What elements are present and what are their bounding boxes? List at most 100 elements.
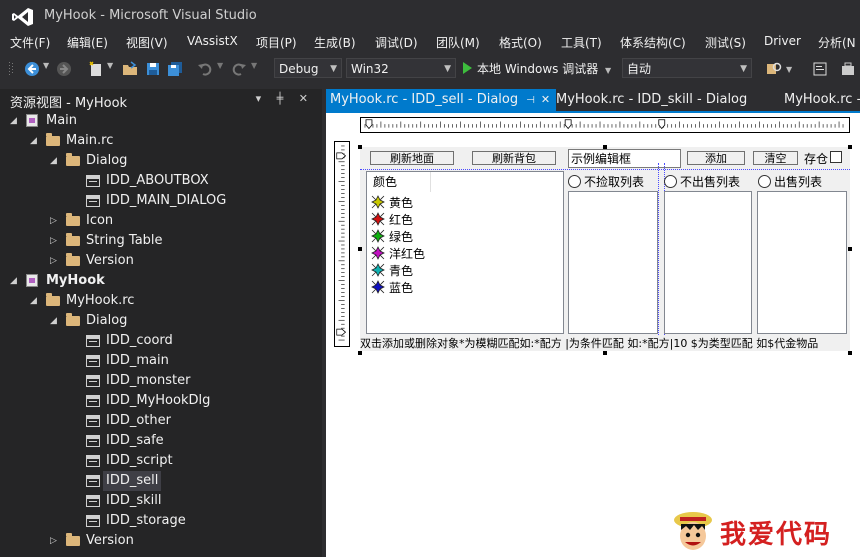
find-dropdown-icon[interactable]: ▼ — [786, 65, 802, 81]
resize-handle[interactable] — [603, 351, 607, 355]
expanded-arrow-icon[interactable]: ◢ — [10, 111, 20, 131]
collapsed-arrow-icon[interactable]: ▷ — [50, 211, 60, 231]
tree-item[interactable]: IDD_script — [0, 451, 322, 471]
resize-handle[interactable] — [603, 145, 607, 149]
tree-item[interactable]: IDD_storage — [0, 511, 322, 531]
close-icon[interactable]: ✕ — [541, 93, 550, 106]
tree-item[interactable]: ▷ String Table — [0, 231, 322, 251]
list-item[interactable]: 洋红色 — [371, 246, 425, 263]
list-item[interactable]: 红色 — [371, 212, 413, 229]
expanded-arrow-icon[interactable]: ◢ — [30, 131, 40, 151]
tab-idd-sell[interactable]: MyHook.rc - IDD_sell - Dialog ⊣ ✕ — [326, 89, 556, 111]
resize-handle[interactable] — [848, 351, 852, 355]
tree-item[interactable]: ◢ Dialog — [0, 151, 322, 171]
open-folder-icon[interactable] — [122, 61, 138, 77]
tree-item[interactable]: IDD_coord — [0, 331, 322, 351]
collapsed-arrow-icon[interactable]: ▷ — [50, 531, 60, 551]
list-item[interactable]: 蓝色 — [371, 280, 413, 297]
tree-item[interactable]: ◢ Main — [0, 111, 322, 131]
add-button[interactable]: 添加 — [687, 151, 745, 165]
menu-team[interactable]: 团队(M) — [436, 34, 480, 51]
list-item[interactable]: 黄色 — [371, 195, 413, 212]
start-debugging-button[interactable]: 本地 Windows 调试器 ▼ — [463, 59, 611, 79]
menu-view[interactable]: 视图(V) — [126, 34, 168, 51]
ruler-guide-marker-icon[interactable] — [564, 119, 572, 130]
menu-file[interactable]: 文件(F) — [10, 34, 50, 51]
radio-no-pick-list[interactable]: 不捡取列表 — [568, 173, 644, 190]
menu-architecture[interactable]: 体系结构(C) — [620, 34, 686, 51]
tree-item[interactable]: ◢ Dialog — [0, 311, 322, 331]
tree-item[interactable]: IDD_MyHookDlg — [0, 391, 322, 411]
tree-item[interactable]: IDD_sell — [0, 471, 322, 491]
clear-button[interactable]: 清空 — [753, 151, 798, 165]
menu-vassistx[interactable]: VAssistX — [187, 34, 238, 48]
radio-sell-list[interactable]: 出售列表 — [758, 173, 822, 190]
resize-handle[interactable] — [848, 247, 852, 251]
tree-item[interactable]: ▷ Icon — [0, 211, 322, 231]
menu-format[interactable]: 格式(O) — [499, 34, 542, 51]
list-item[interactable]: 青色 — [371, 263, 413, 280]
tree-item[interactable]: IDD_skill — [0, 491, 322, 511]
tree-item[interactable]: IDD_monster — [0, 371, 322, 391]
new-dropdown-icon[interactable]: ▼ — [107, 61, 123, 77]
tree-item[interactable]: IDD_safe — [0, 431, 322, 451]
tree-item[interactable]: ◢ Main.rc — [0, 131, 322, 151]
expanded-arrow-icon[interactable]: ◢ — [50, 311, 60, 331]
tree-item[interactable]: IDD_ABOUTBOX — [0, 171, 322, 191]
collapsed-arrow-icon[interactable]: ▷ — [50, 231, 60, 251]
debug-mode-select[interactable]: 自动 ▼ — [622, 58, 752, 78]
tree-item[interactable]: IDD_main — [0, 351, 322, 371]
radio-no-sell-list[interactable]: 不出售列表 — [664, 173, 740, 190]
tree-item[interactable]: ◢ MyHook.rc — [0, 291, 322, 311]
ruler-guide-marker-icon[interactable] — [365, 119, 373, 130]
tree-item[interactable]: IDD_MAIN_DIALOG — [0, 191, 322, 211]
refresh-bag-button[interactable]: 刷新背包 — [472, 151, 556, 165]
resize-handle[interactable] — [358, 351, 362, 355]
menu-build[interactable]: 生成(B) — [314, 34, 356, 51]
tab-idd-skill[interactable]: MyHook.rc - IDD_skill - Dialog — [552, 89, 780, 111]
redo-dropdown-icon[interactable]: ▼ — [251, 61, 267, 77]
color-list-view[interactable]: 颜色 黄色 红色 绿色 洋红色 青色 蓝色 — [366, 171, 564, 334]
redo-icon[interactable] — [231, 61, 247, 77]
undo-icon[interactable] — [197, 61, 213, 77]
tree-item[interactable]: IDD_other — [0, 411, 322, 431]
expanded-arrow-icon[interactable]: ◢ — [50, 151, 60, 171]
toolbox-icon[interactable] — [840, 61, 856, 77]
expanded-arrow-icon[interactable]: ◢ — [10, 271, 20, 291]
collapsed-arrow-icon[interactable]: ▷ — [50, 251, 60, 271]
vertical-ruler[interactable] — [334, 141, 350, 347]
panel-window-buttons[interactable]: ▾ ╪ ✕ — [256, 92, 314, 105]
navigate-back-icon[interactable] — [24, 61, 40, 77]
expanded-arrow-icon[interactable]: ◢ — [30, 291, 40, 311]
pin-icon[interactable]: ⊣ — [526, 95, 535, 106]
save-all-icon[interactable] — [167, 61, 183, 77]
menu-edit[interactable]: 编辑(E) — [67, 34, 108, 51]
no-sell-listbox[interactable] — [664, 191, 752, 334]
tab-myhook-rc[interactable]: MyHook.rc - — [780, 89, 860, 111]
resize-handle[interactable] — [358, 145, 362, 149]
solution-platform-select[interactable]: Win32 ▼ — [346, 58, 456, 78]
menu-tools[interactable]: 工具(T) — [561, 34, 602, 51]
menu-driver[interactable]: Driver — [764, 34, 801, 48]
store-checkbox[interactable] — [830, 151, 842, 163]
list-item[interactable]: 绿色 — [371, 229, 413, 246]
menu-project[interactable]: 项目(P) — [256, 34, 297, 51]
menu-analyze[interactable]: 分析(N — [818, 34, 856, 51]
tree-item[interactable]: ▷ Version — [0, 531, 322, 551]
save-icon[interactable] — [145, 61, 161, 77]
run-dropdown-icon[interactable]: ▼ — [605, 66, 611, 75]
menu-test[interactable]: 测试(S) — [705, 34, 746, 51]
find-in-files-icon[interactable] — [766, 61, 782, 77]
solution-explorer-icon[interactable] — [812, 61, 828, 77]
tree-item[interactable]: ▷ Version — [0, 251, 322, 271]
no-pick-listbox[interactable] — [568, 191, 658, 334]
dialog-editor-canvas[interactable]: 刷新地面 刷新背包 示例编辑框 添加 清空 存仓 颜色 黄色 红色 绿色 洋红色 青色蓝… — [326, 113, 860, 557]
resize-handle[interactable] — [848, 145, 852, 149]
new-project-icon[interactable] — [88, 61, 104, 77]
resize-handle[interactable] — [358, 247, 362, 251]
ruler-guide-marker-icon[interactable] — [336, 328, 347, 336]
tree-item[interactable]: ◢ MyHook — [0, 271, 322, 291]
horizontal-ruler[interactable] — [360, 117, 850, 133]
navigate-forward-icon[interactable] — [56, 61, 72, 77]
list-column-header[interactable]: 颜色 — [367, 172, 431, 192]
